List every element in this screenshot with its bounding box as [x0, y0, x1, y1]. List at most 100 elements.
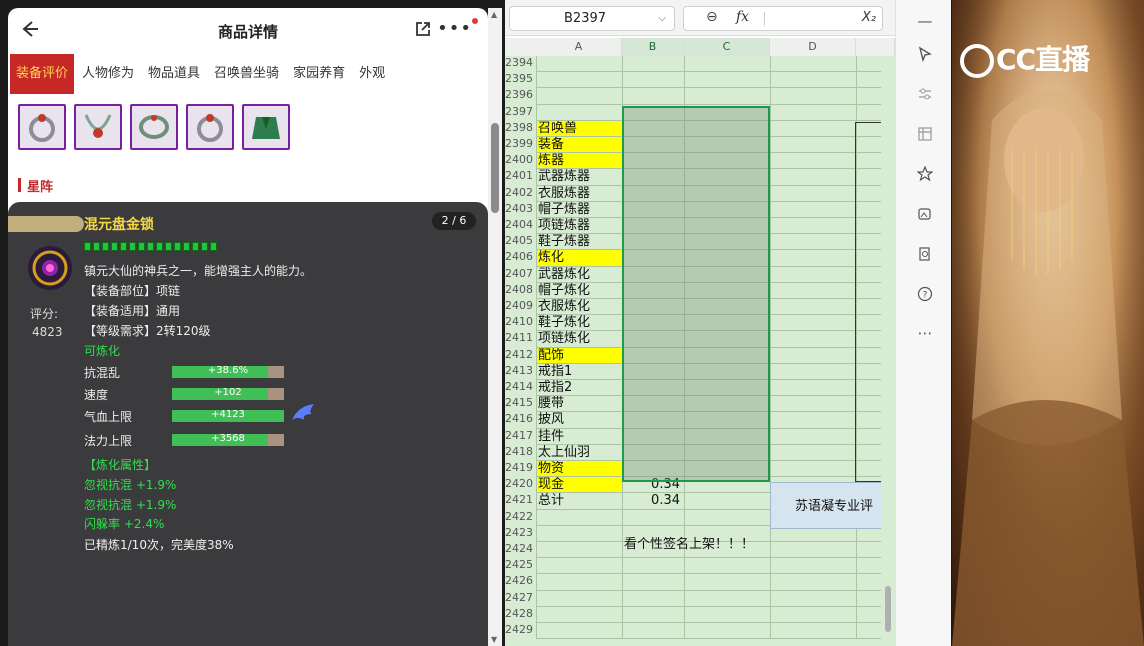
subscript-icon[interactable]: X₂: [862, 10, 876, 25]
equipment-thumb[interactable]: [242, 104, 290, 150]
row-header[interactable]: 2396: [505, 88, 536, 105]
cell-a[interactable]: [536, 607, 622, 623]
tab-equipment-rating[interactable]: 装备评价: [10, 54, 75, 94]
share-icon[interactable]: [414, 20, 432, 38]
column-header-a[interactable]: A: [536, 38, 622, 56]
cell-a[interactable]: 衣服炼化: [536, 299, 622, 315]
cell-a[interactable]: 项链炼器: [536, 218, 622, 234]
row-header[interactable]: 2394: [505, 56, 536, 73]
function-icon[interactable]: fx: [736, 9, 749, 25]
star-icon[interactable]: [916, 165, 934, 184]
cell-a[interactable]: [536, 623, 622, 639]
row-header[interactable]: 2413: [505, 363, 536, 380]
cell-a[interactable]: 物资: [536, 461, 622, 478]
more-options-icon[interactable]: ⋯: [916, 324, 934, 342]
cell-b[interactable]: [622, 72, 684, 88]
cell-a[interactable]: 武器炼化: [536, 267, 622, 283]
cell-b[interactable]: [622, 88, 684, 104]
cell-a[interactable]: 项链炼化: [536, 331, 622, 347]
tab-appearance[interactable]: 外观: [353, 54, 391, 94]
row-header[interactable]: 2422: [505, 509, 536, 526]
row-header[interactable]: 2417: [505, 428, 536, 445]
row-header[interactable]: 2420: [505, 477, 536, 494]
scroll-up-icon[interactable]: ▲: [491, 10, 497, 19]
row-header[interactable]: 2425: [505, 558, 536, 575]
cell-b[interactable]: [622, 607, 684, 623]
banner-cell[interactable]: 看个性签名上架！！！: [622, 537, 770, 553]
sheet-scrollbar[interactable]: [881, 56, 895, 646]
adjust-icon[interactable]: [916, 86, 934, 104]
row-header[interactable]: 2429: [505, 623, 536, 640]
help-icon[interactable]: ?: [916, 286, 934, 304]
row-header[interactable]: 2406: [505, 250, 536, 267]
cell-a[interactable]: 挂件: [536, 429, 622, 445]
cell-b[interactable]: [622, 510, 684, 526]
row-header[interactable]: 2402: [505, 185, 536, 202]
cell-a[interactable]: 现金: [536, 477, 622, 494]
cell-a[interactable]: [536, 591, 622, 607]
row-header[interactable]: 2409: [505, 299, 536, 316]
cell-a[interactable]: 炼器: [536, 153, 622, 170]
row-header[interactable]: 2415: [505, 396, 536, 413]
cell-a[interactable]: 鞋子炼器: [536, 234, 622, 250]
sheet-scrollbar-thumb[interactable]: [885, 586, 891, 632]
cell-a[interactable]: 腰带: [536, 396, 622, 412]
column-header-e[interactable]: [856, 38, 895, 56]
row-header[interactable]: 2400: [505, 153, 536, 170]
equipment-thumb[interactable]: [130, 104, 178, 150]
equipment-thumb[interactable]: [74, 104, 122, 150]
floating-textbox[interactable]: 苏语凝专业评: [770, 482, 890, 529]
row-header[interactable]: 2419: [505, 461, 536, 478]
cell-b[interactable]: [622, 591, 684, 607]
cell-a[interactable]: 帽子炼化: [536, 283, 622, 299]
cell-a[interactable]: [536, 574, 622, 590]
row-header[interactable]: 2412: [505, 347, 536, 364]
row-header[interactable]: 2426: [505, 574, 536, 591]
cell-b[interactable]: [622, 574, 684, 590]
corner-header[interactable]: [505, 38, 536, 56]
row-header[interactable]: 2405: [505, 234, 536, 251]
cell-b[interactable]: [622, 623, 684, 639]
cell-a[interactable]: [536, 526, 622, 542]
cell-a[interactable]: [536, 72, 622, 88]
selection-range[interactable]: [622, 106, 770, 482]
panel-scrollbar[interactable]: ▲ ▼: [488, 8, 502, 646]
scrollbar-thumb[interactable]: [491, 123, 499, 213]
more-icon[interactable]: •••: [437, 18, 472, 39]
cell-b[interactable]: [622, 558, 684, 574]
row-header[interactable]: 2423: [505, 525, 536, 542]
row-header[interactable]: 2418: [505, 444, 536, 461]
tab-pets-mounts[interactable]: 召唤兽坐骑: [208, 54, 285, 94]
row-header[interactable]: 2407: [505, 266, 536, 283]
scroll-down-icon[interactable]: ▼: [491, 635, 497, 644]
row-header[interactable]: 2403: [505, 201, 536, 218]
name-box[interactable]: B2397 ⌵: [509, 6, 675, 31]
cell-a[interactable]: 武器炼器: [536, 169, 622, 185]
row-header[interactable]: 2399: [505, 137, 536, 154]
cell-a[interactable]: 戒指1: [536, 364, 622, 380]
column-header-b[interactable]: B: [622, 38, 684, 56]
equipment-thumb[interactable]: [186, 104, 234, 150]
table-icon[interactable]: [916, 126, 934, 144]
row-header[interactable]: 2410: [505, 315, 536, 332]
row-header[interactable]: 2411: [505, 331, 536, 348]
cell-a[interactable]: 装备: [536, 137, 622, 154]
image-edit-icon[interactable]: [916, 206, 934, 224]
equipment-thumb[interactable]: [18, 104, 66, 150]
column-header-d[interactable]: D: [770, 38, 856, 56]
row-header[interactable]: 2404: [505, 218, 536, 235]
cell-a[interactable]: 炼化: [536, 250, 622, 267]
column-header-c[interactable]: C: [684, 38, 770, 56]
chevron-down-icon[interactable]: ⌵: [658, 7, 666, 30]
cell-a[interactable]: [536, 105, 622, 121]
cell-a[interactable]: 衣服炼器: [536, 186, 622, 202]
row-header[interactable]: 2421: [505, 493, 536, 510]
cell-a[interactable]: [536, 56, 622, 72]
row-header[interactable]: 2395: [505, 72, 536, 89]
row-header[interactable]: 2408: [505, 282, 536, 299]
row-header[interactable]: 2424: [505, 542, 536, 559]
row-header[interactable]: 2401: [505, 169, 536, 186]
cell-a[interactable]: [536, 510, 622, 526]
row-header[interactable]: 2397: [505, 104, 536, 121]
row-header[interactable]: 2398: [505, 120, 536, 137]
